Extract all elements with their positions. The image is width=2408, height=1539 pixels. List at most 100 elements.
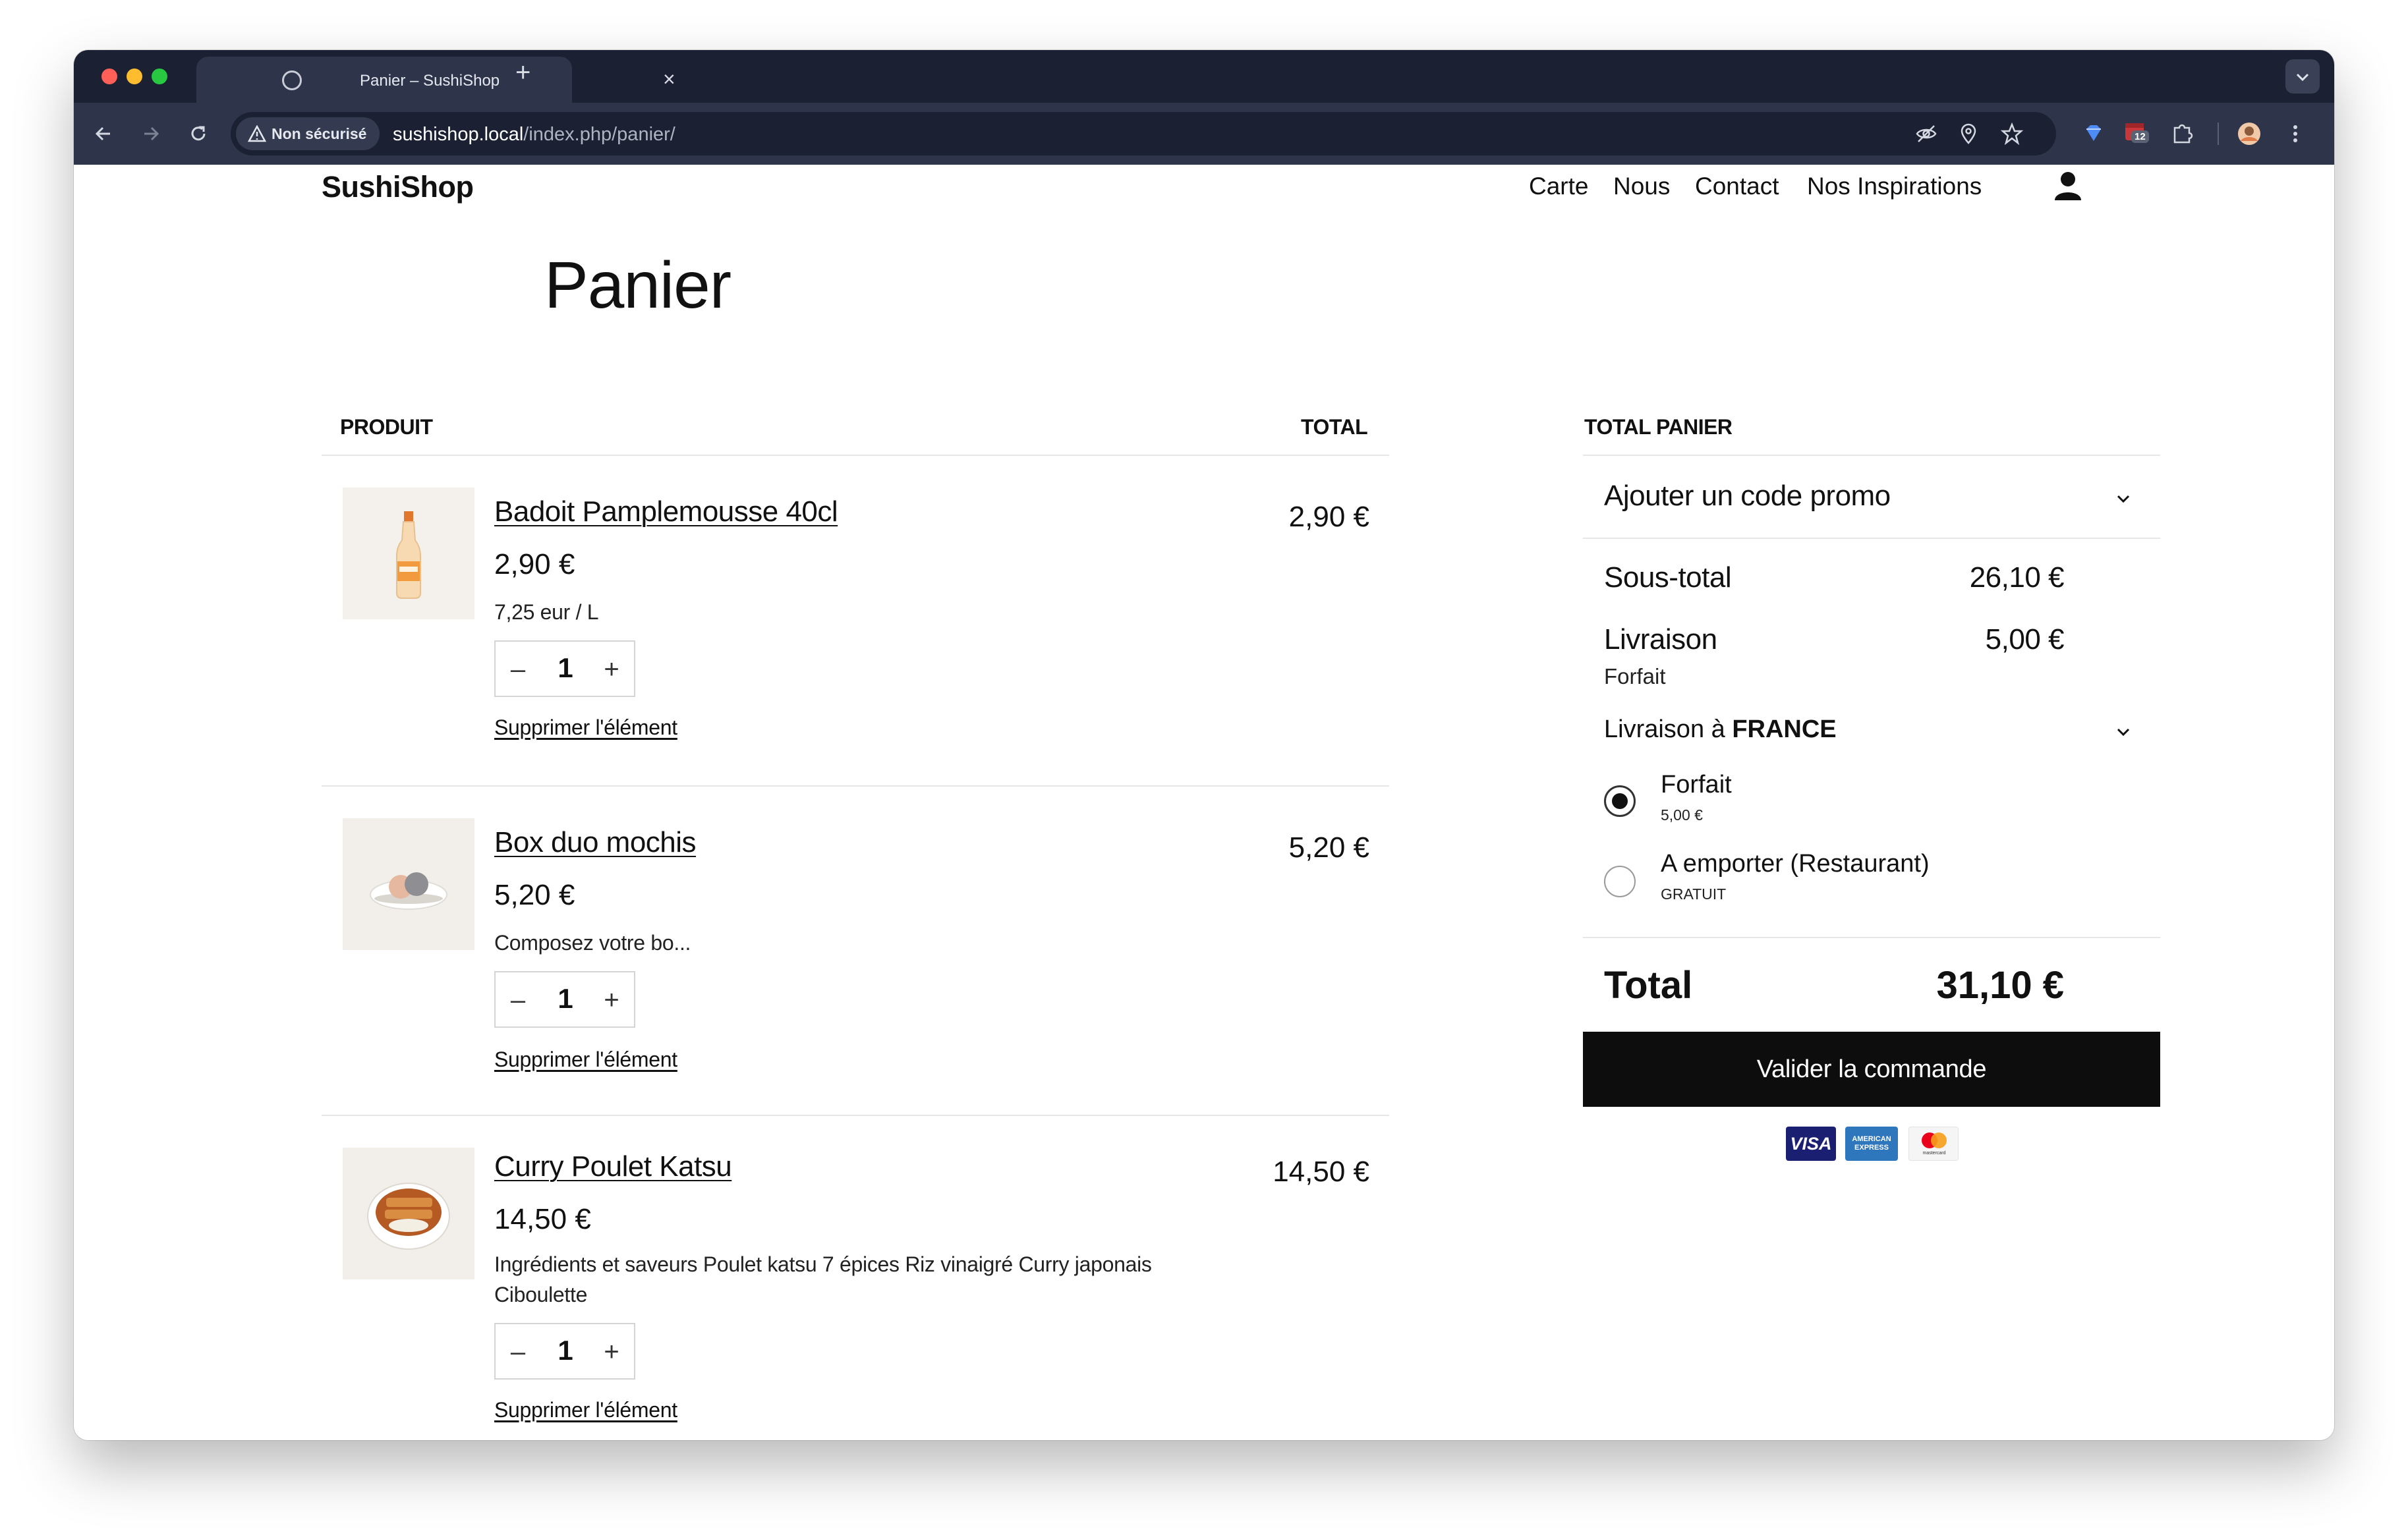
product-name-link[interactable]: Box duo mochis — [494, 826, 697, 859]
chevron-down-icon — [2117, 728, 2130, 737]
item-divider — [322, 785, 1389, 787]
increase-quantity-button[interactable]: + — [598, 1336, 625, 1368]
summary-heading: TOTAL PANIER — [1584, 415, 1733, 439]
toolbar-divider — [2218, 123, 2219, 145]
security-chip[interactable]: Non sécurisé — [236, 117, 380, 150]
new-tab-button[interactable]: + — [515, 59, 530, 86]
product-description: 7,25 eur / L — [494, 600, 599, 624]
product-unit-price: 5,20 € — [494, 879, 575, 911]
star-icon[interactable] — [2001, 123, 2023, 145]
tab-strip: Panier – SushiShop × + — [74, 50, 2334, 103]
forward-button[interactable] — [134, 117, 167, 150]
total-label: Total — [1604, 964, 1693, 1007]
total-value: 31,10 € — [1936, 964, 2064, 1007]
checkout-button[interactable]: Valider la commande — [1583, 1032, 2160, 1107]
mastercard-card-icon: mastercard — [1908, 1127, 1959, 1161]
url-host: sushishop.local — [393, 124, 524, 145]
product-description: Ingrédients et saveurs Poulet katsu 7 ép… — [494, 1252, 1152, 1306]
quantity-value[interactable]: 1 — [548, 652, 583, 684]
browser-toolbar: Non sécurisé sushishop.local/index.php/p… — [74, 103, 2334, 165]
curry-bowl-icon — [343, 1148, 474, 1279]
line-total: 2,90 € — [1288, 501, 1369, 533]
tab-close-icon[interactable]: × — [663, 67, 675, 91]
shipping-method: Forfait — [1604, 664, 1666, 688]
product-name-link[interactable]: Badoit Pamplemousse 40cl — [494, 495, 838, 528]
puzzle-icon[interactable] — [2169, 121, 2194, 146]
nav-link-inspirations[interactable]: Nos Inspirations — [1807, 173, 1982, 200]
shipping-option-forfait-radio[interactable] — [1604, 785, 1636, 817]
nav-link-carte[interactable]: Carte — [1529, 173, 1588, 200]
header-divider — [322, 455, 1389, 456]
bottle-icon — [343, 488, 474, 619]
product-unit-price: 2,90 € — [494, 548, 575, 580]
visa-card-icon: VISA — [1786, 1127, 1836, 1161]
calendar-extension-button[interactable]: 12 — [2123, 120, 2152, 149]
product-unit-price: 14,50 € — [494, 1203, 591, 1235]
cart-item: Box duo mochis 5,20 € Composez votre bo.… — [322, 818, 1389, 1088]
increase-quantity-button[interactable]: + — [598, 984, 625, 1016]
quantity-value[interactable]: 1 — [548, 983, 583, 1015]
user-account-icon[interactable] — [2051, 169, 2085, 203]
cart-item: Badoit Pamplemousse 40cl 2,90 € 7,25 eur… — [322, 488, 1389, 758]
tab-title: Panier – SushiShop — [360, 72, 500, 90]
decrease-quantity-button[interactable]: – — [505, 654, 531, 685]
cart-item: Curry Poulet Katsu 14,50 € Ingrédients e… — [322, 1148, 1389, 1438]
product-name-link[interactable]: Curry Poulet Katsu — [494, 1150, 732, 1183]
shipping-destination-toggle[interactable]: Livraison à FRANCE — [1583, 706, 2160, 752]
profile-avatar-icon[interactable] — [2237, 121, 2262, 146]
eye-off-icon[interactable] — [1915, 123, 1937, 145]
arrow-right-icon — [144, 126, 159, 141]
page-content: SushiShop Carte Nous Contact Nos Inspira… — [74, 165, 2334, 1440]
close-window-button[interactable] — [101, 69, 117, 84]
column-header-product: PRODUIT — [340, 415, 433, 439]
maximize-window-button[interactable] — [152, 69, 167, 84]
warning-icon — [248, 125, 266, 142]
shipping-to-prefix: Livraison à — [1604, 715, 1733, 743]
line-total: 5,20 € — [1288, 831, 1369, 864]
shipping-option-pickup-radio[interactable] — [1604, 866, 1636, 897]
promo-code-toggle[interactable]: Ajouter un code promo — [1583, 456, 2160, 538]
nav-link-nous[interactable]: Nous — [1613, 173, 1670, 200]
gem-extension-icon[interactable] — [2081, 121, 2106, 146]
decrease-quantity-button[interactable]: – — [505, 984, 531, 1016]
extension-badge: 12 — [2131, 130, 2149, 143]
amex-card-icon: AMERICAN EXPRESS — [1845, 1127, 1898, 1161]
nav-link-contact[interactable]: Contact — [1695, 173, 1779, 200]
chevron-down-icon — [2296, 73, 2309, 82]
decrease-quantity-button[interactable]: – — [505, 1336, 531, 1368]
site-logo[interactable]: SushiShop — [322, 170, 474, 204]
address-bar[interactable]: Non sécurisé sushishop.local/index.php/p… — [231, 112, 2056, 155]
quantity-stepper: – 1 + — [494, 640, 635, 697]
product-image-bottle[interactable] — [343, 488, 474, 619]
remove-item-link[interactable]: Supprimer l'élément — [494, 715, 677, 740]
product-image-mochi[interactable] — [343, 818, 474, 950]
browser-window: Panier – SushiShop × + Non sécurisé sush… — [74, 50, 2334, 1440]
shipping-option-label[interactable]: A emporter (Restaurant) — [1661, 850, 1930, 878]
back-button[interactable] — [87, 117, 120, 150]
url-text[interactable]: sushishop.local/index.php/panier/ — [393, 124, 675, 145]
shipping-label: Livraison — [1604, 623, 1717, 656]
shipping-destination-label: Livraison à FRANCE — [1604, 715, 1837, 744]
minimize-window-button[interactable] — [127, 69, 142, 84]
reload-button[interactable] — [182, 117, 215, 150]
quantity-value[interactable]: 1 — [548, 1335, 583, 1366]
quantity-stepper: – 1 + — [494, 971, 635, 1028]
more-menu-icon[interactable] — [2283, 121, 2308, 146]
remove-item-link[interactable]: Supprimer l'élément — [494, 1398, 677, 1422]
tab-search-button[interactable] — [2285, 59, 2320, 94]
shipping-option-label[interactable]: Forfait — [1661, 771, 1732, 799]
total-divider — [1583, 937, 2160, 938]
shipping-option-price: 5,00 € — [1661, 806, 1703, 824]
globe-icon — [282, 70, 302, 90]
mastercard-logo — [1922, 1133, 1947, 1148]
location-pin-icon[interactable] — [1957, 123, 1980, 145]
remove-item-link[interactable]: Supprimer l'élément — [494, 1048, 677, 1072]
product-description: Composez votre bo... — [494, 931, 691, 955]
product-image-curry[interactable] — [343, 1148, 474, 1279]
increase-quantity-button[interactable]: + — [598, 654, 625, 685]
mochi-icon — [343, 818, 474, 950]
subtotal-value: 26,10 € — [1969, 561, 2065, 594]
chevron-down-icon — [2117, 495, 2130, 503]
shipping-value: 5,00 € — [1985, 623, 2065, 656]
reload-icon — [191, 126, 206, 141]
